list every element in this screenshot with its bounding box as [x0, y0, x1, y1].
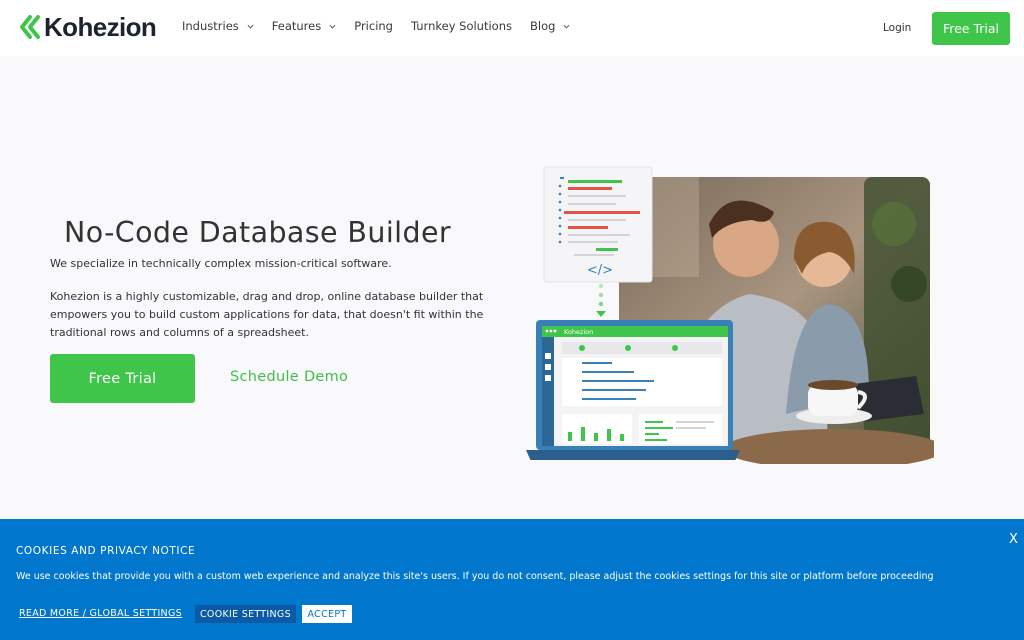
- site-header: Kohezion Industries Features Pricing Tur…: [0, 0, 1024, 56]
- free-trial-button-header[interactable]: Free Trial: [932, 12, 1010, 45]
- free-trial-button[interactable]: Free Trial: [50, 354, 195, 403]
- laptop-illustration: Kohezion: [526, 320, 740, 460]
- hero-description: Kohezion is a highly customizable, drag …: [50, 290, 484, 339]
- nav-item-industries[interactable]: Industries: [182, 19, 254, 33]
- chevron-down-icon: [563, 24, 570, 29]
- code-card: </>: [543, 166, 653, 283]
- nav-label: Industries: [182, 19, 239, 33]
- nav-label: Blog: [530, 19, 556, 33]
- cookie-title: COOKIES AND PRIVACY NOTICE: [16, 545, 196, 557]
- kohezion-logo-icon: [20, 15, 40, 39]
- hero-title: No-Code Database Builder: [64, 216, 452, 249]
- cookie-text: We use cookies that provide you with a c…: [16, 571, 934, 582]
- nav-item-turnkey-solutions[interactable]: Turnkey Solutions: [411, 19, 512, 33]
- login-link[interactable]: Login: [883, 22, 911, 34]
- nav-item-pricing[interactable]: Pricing: [354, 19, 393, 33]
- nav-item-features[interactable]: Features: [272, 19, 336, 33]
- code-icon: </>: [587, 263, 613, 278]
- nav-label: Pricing: [354, 19, 393, 33]
- cookie-banner: COOKIES AND PRIVACY NOTICE We use cookie…: [0, 519, 1024, 640]
- nav-label: Features: [271, 19, 322, 33]
- nav-label: Turnkey Solutions: [410, 19, 512, 33]
- logo-text: Kohezion: [44, 12, 157, 42]
- read-more-link[interactable]: READ MORE / GLOBAL SETTINGS: [19, 608, 182, 619]
- logo[interactable]: Kohezion: [19, 12, 157, 42]
- main-nav: Industries Features Pricing Turnkey Solu…: [182, 19, 588, 33]
- chevron-down-icon: [329, 24, 336, 29]
- hero-illustration: </> Kohezion: [526, 166, 934, 464]
- schedule-demo-link[interactable]: Schedule Demo: [230, 369, 348, 385]
- cookie-settings-button[interactable]: COOKIE SETTINGS: [195, 605, 296, 623]
- laptop-brand-label: Kohezion: [564, 328, 593, 336]
- hero-subtitle: We specialize in technically complex mis…: [50, 257, 392, 270]
- nav-item-blog[interactable]: Blog: [530, 19, 570, 33]
- chevron-down-icon: [247, 24, 254, 29]
- close-button[interactable]: X: [1009, 532, 1018, 547]
- accept-button[interactable]: ACCEPT: [302, 605, 352, 623]
